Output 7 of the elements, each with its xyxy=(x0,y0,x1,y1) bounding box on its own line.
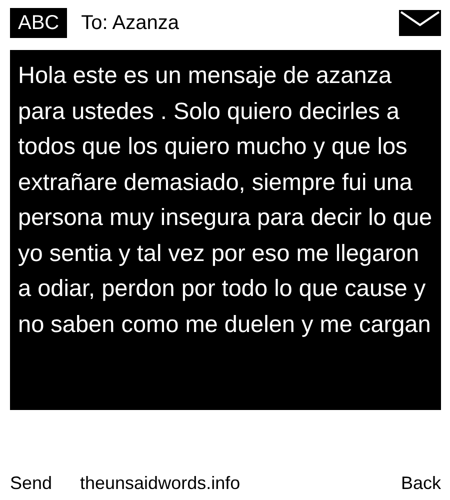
recipient-label: To: Azanza xyxy=(81,12,180,34)
envelope-icon[interactable] xyxy=(399,10,441,36)
back-link[interactable]: Back xyxy=(400,473,441,494)
message-text: Hola este es un mensaje de azanza para ustedes . Solo quiero decirles a todos que los quiero mucho y que los extrañare demasiado, siempre fui una persona muy insegura para decir lo que yo sentia y tal vez por eso me llegaron a odiar, perdon por todo lo que cause y no saben como me duelen y me cargan xyxy=(18,61,433,339)
website-link[interactable]: theunsaidwords.info xyxy=(80,473,401,494)
send-link[interactable]: Send xyxy=(10,473,80,494)
app-badge: ABC xyxy=(10,8,68,38)
